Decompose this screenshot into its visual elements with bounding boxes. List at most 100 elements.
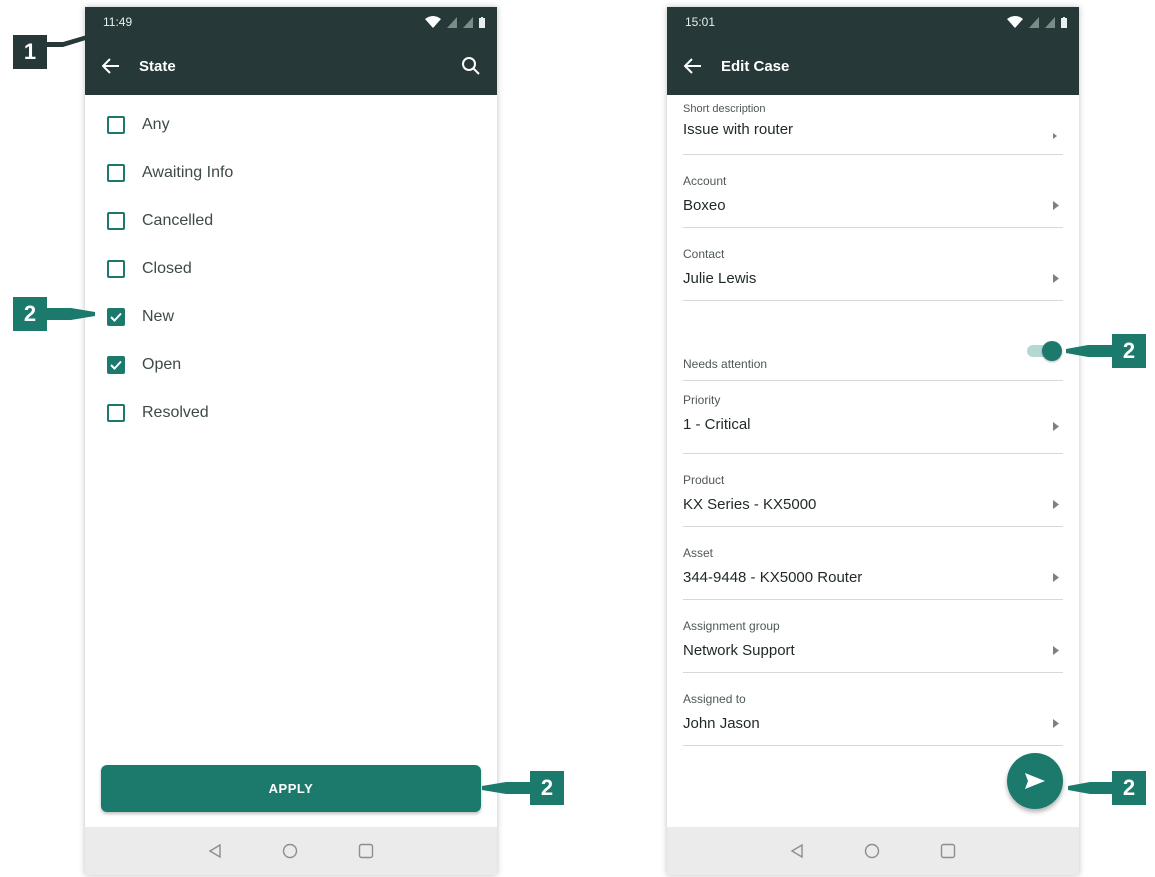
status-icons: [425, 16, 485, 28]
needs-attention-toggle[interactable]: [1027, 340, 1063, 362]
toggle-knob: [1042, 341, 1062, 361]
arrow-left-icon[interactable]: [681, 54, 705, 78]
send-icon: [1025, 773, 1045, 789]
checkmark-icon: [110, 360, 122, 370]
account-field[interactable]: Account Boxeo: [683, 155, 1063, 228]
short-description-field[interactable]: Short description Issue with router: [683, 95, 1063, 155]
chevron-right-icon: [1053, 273, 1061, 283]
asset-field[interactable]: Asset 344-9448 - KX5000 Router: [683, 527, 1063, 600]
option-label: Awaiting Info: [142, 164, 234, 181]
state-option[interactable]: Open: [85, 341, 497, 389]
checkmark-icon: [110, 312, 122, 322]
checkbox[interactable]: [107, 404, 125, 422]
chevron-right-icon: [1053, 421, 1061, 431]
callout-toolbar: 1: [13, 35, 91, 69]
callout-badge: 2: [13, 297, 47, 331]
system-nav-bar: [667, 827, 1079, 875]
field-value: Julie Lewis: [683, 270, 757, 287]
status-bar: 15:01: [667, 7, 1079, 37]
field-value: 1 - Critical: [683, 416, 751, 433]
state-filter-screen: 11:49 State Any Awaiting Info Cancelled: [85, 7, 497, 875]
checkbox[interactable]: [107, 212, 125, 230]
field-label: Product: [683, 473, 725, 487]
state-option[interactable]: Awaiting Info: [85, 149, 497, 197]
battery-icon: [1061, 16, 1067, 28]
nav-home-icon[interactable]: [864, 843, 880, 859]
assignment-group-field[interactable]: Assignment group Network Support: [683, 600, 1063, 673]
chevron-right-icon: [1053, 200, 1061, 210]
checkbox-checked[interactable]: [107, 356, 125, 374]
toolbar: State: [85, 37, 497, 95]
callout-badge: 2: [1112, 771, 1146, 805]
field-value: Network Support: [683, 642, 795, 659]
field-value: 344-9448 - KX5000 Router: [683, 569, 863, 586]
nav-home-icon[interactable]: [282, 843, 298, 859]
chevron-right-icon: [1053, 718, 1061, 728]
state-option-list: Any Awaiting Info Cancelled Closed New O…: [85, 95, 497, 437]
callout-pointer: [47, 308, 95, 320]
field-value: Issue with router: [683, 121, 794, 138]
callout-apply: 2: [482, 771, 564, 805]
toolbar: Edit Case: [667, 37, 1079, 95]
field-label: Account: [683, 174, 727, 188]
state-option[interactable]: Closed: [85, 245, 497, 293]
callout-pointer: [1066, 345, 1112, 357]
chevron-right-icon: [1053, 131, 1061, 141]
arrow-left-icon[interactable]: [99, 54, 123, 78]
field-label: Priority: [683, 393, 721, 407]
callout-badge: 2: [530, 771, 564, 805]
field-label: Asset: [683, 546, 714, 560]
callout-fab: 2: [1068, 771, 1146, 805]
option-label: Resolved: [142, 404, 209, 421]
needs-attention-field: Needs attention: [683, 301, 1063, 381]
callout-pointer: [482, 782, 530, 794]
status-icons: [1007, 16, 1067, 28]
callout-toggle: 2: [1066, 334, 1146, 368]
chevron-right-icon: [1053, 499, 1061, 509]
callout-pointer: [1068, 782, 1112, 794]
field-label: Assigned to: [683, 692, 746, 706]
checkbox[interactable]: [107, 116, 125, 134]
signal-icon: [1029, 16, 1039, 28]
field-label: Needs attention: [683, 357, 768, 371]
field-value: John Jason: [683, 715, 760, 732]
field-label: Short description: [683, 103, 766, 115]
wifi-icon: [425, 16, 441, 28]
option-label: New: [142, 308, 175, 325]
toolbar-title: Edit Case: [721, 57, 790, 75]
battery-icon: [479, 16, 485, 28]
nav-recents-icon[interactable]: [940, 843, 956, 859]
signal-icon: [463, 16, 473, 28]
checkbox[interactable]: [107, 260, 125, 278]
state-option[interactable]: Cancelled: [85, 197, 497, 245]
apply-button[interactable]: APPLY: [101, 765, 481, 812]
checkbox[interactable]: [107, 164, 125, 182]
nav-recents-icon[interactable]: [358, 843, 374, 859]
search-icon[interactable]: [459, 54, 483, 78]
option-label: Cancelled: [142, 212, 214, 229]
callout-checkbox: 2: [13, 297, 97, 331]
priority-field[interactable]: Priority 1 - Critical: [683, 381, 1063, 454]
status-time: 11:49: [103, 15, 133, 29]
chevron-right-icon: [1053, 645, 1061, 655]
callout-pointer: [47, 35, 89, 47]
product-field[interactable]: Product KX Series - KX5000: [683, 454, 1063, 527]
field-value: Boxeo: [683, 197, 726, 214]
nav-back-icon[interactable]: [790, 843, 804, 859]
option-label: Open: [142, 356, 182, 373]
contact-field[interactable]: Contact Julie Lewis: [683, 228, 1063, 301]
field-value: KX Series - KX5000: [683, 496, 817, 513]
field-label: Assignment group: [683, 619, 780, 633]
checkbox-checked[interactable]: [107, 308, 125, 326]
signal-icon: [1045, 16, 1055, 28]
send-button[interactable]: [1007, 753, 1063, 809]
status-bar: 11:49: [85, 7, 497, 37]
state-option[interactable]: New: [85, 293, 497, 341]
case-form: Short description Issue with router Acco…: [667, 95, 1079, 746]
signal-icon: [447, 16, 457, 28]
assigned-to-field[interactable]: Assigned to John Jason: [683, 673, 1063, 746]
nav-back-icon[interactable]: [208, 843, 222, 859]
state-option[interactable]: Resolved: [85, 389, 497, 437]
field-label: Contact: [683, 247, 725, 261]
state-option[interactable]: Any: [85, 101, 497, 149]
